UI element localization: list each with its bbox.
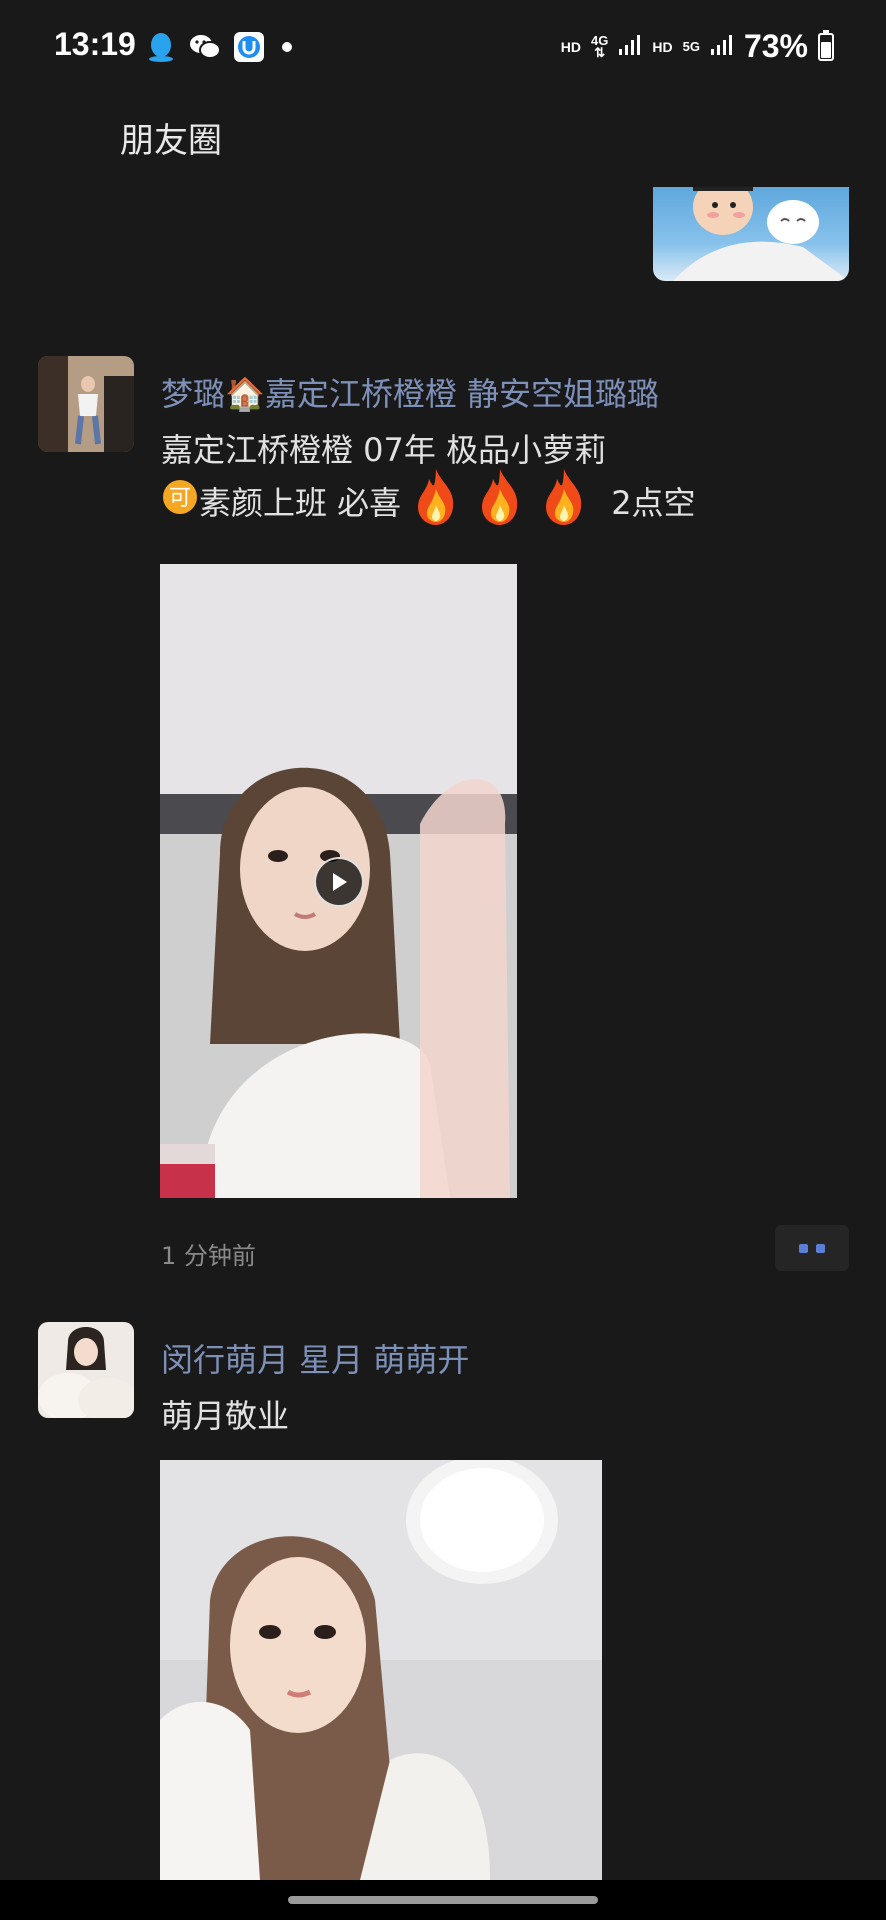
svg-text:可: 可 (169, 486, 191, 511)
network-5g: 5G (682, 38, 700, 54)
avatar[interactable] (38, 356, 134, 452)
fire-emoji-icon (535, 467, 593, 535)
more-actions-button[interactable] (775, 1225, 849, 1271)
fire-emoji-icon (471, 467, 529, 535)
more-dot-icon (816, 1243, 825, 1253)
battery-percent: 73% (743, 28, 808, 64)
moments-feed[interactable]: 梦璐🏠嘉定江桥橙橙 静安空姐璐璐 嘉定江桥橙橙 07年 极品小萝莉 可 素颜上班… (0, 187, 886, 1880)
post-author-name[interactable]: 梦璐🏠嘉定江桥橙橙 静安空姐璐璐 (161, 369, 659, 415)
avatar[interactable] (38, 1322, 134, 1418)
post-timestamp: 1 分钟前 (161, 1242, 256, 1270)
signal-icon-2 (710, 34, 734, 60)
page-title: 朋友圈 (120, 121, 222, 161)
post-author-name[interactable]: 闵行萌月 星月 萌萌开 (161, 1335, 469, 1381)
status-right: HD 4G ⇅ HD 5G 73% (561, 28, 834, 65)
nav-bar: 朋友圈 (0, 95, 886, 187)
hd-label-1: HD (560, 38, 582, 55)
status-bar: 13:19 HD 4G ⇅ HD 5G 73% (0, 0, 886, 95)
fire-emoji-icon (407, 467, 465, 535)
post-image[interactable] (160, 1460, 602, 1880)
more-dot-icon (799, 1243, 808, 1253)
post-text-line-1: 嘉定江桥橙橙 07年 极品小萝莉 (161, 431, 607, 469)
hd-label-2: HD (652, 38, 673, 55)
play-icon (333, 873, 347, 891)
post-text-line-2-prefix: 素颜上班 必喜 (199, 484, 402, 522)
battery-icon (818, 29, 834, 61)
post-text-line-1: 萌月敬业 (161, 1397, 290, 1435)
wechat-icon (188, 30, 222, 64)
more-notifications-dot (282, 42, 292, 52)
network-4g: 4G ⇅ (591, 32, 609, 60)
status-time: 13:19 (54, 26, 136, 62)
post-video[interactable] (160, 564, 517, 1198)
app-u-icon (232, 30, 266, 64)
play-button[interactable] (314, 857, 364, 907)
previous-post-image[interactable] (653, 187, 849, 281)
system-navigation-bar (0, 1880, 886, 1920)
home-indicator[interactable] (288, 1896, 598, 1904)
post-text-line-2-suffix: 2点空 (611, 484, 696, 522)
post-text-line-2: 可 素颜上班 必喜 2点空 (161, 469, 696, 531)
signal-icon (618, 34, 642, 60)
notification-icons (144, 30, 292, 64)
qq-icon (144, 30, 178, 64)
ke-emoji-icon: 可 (161, 478, 199, 524)
